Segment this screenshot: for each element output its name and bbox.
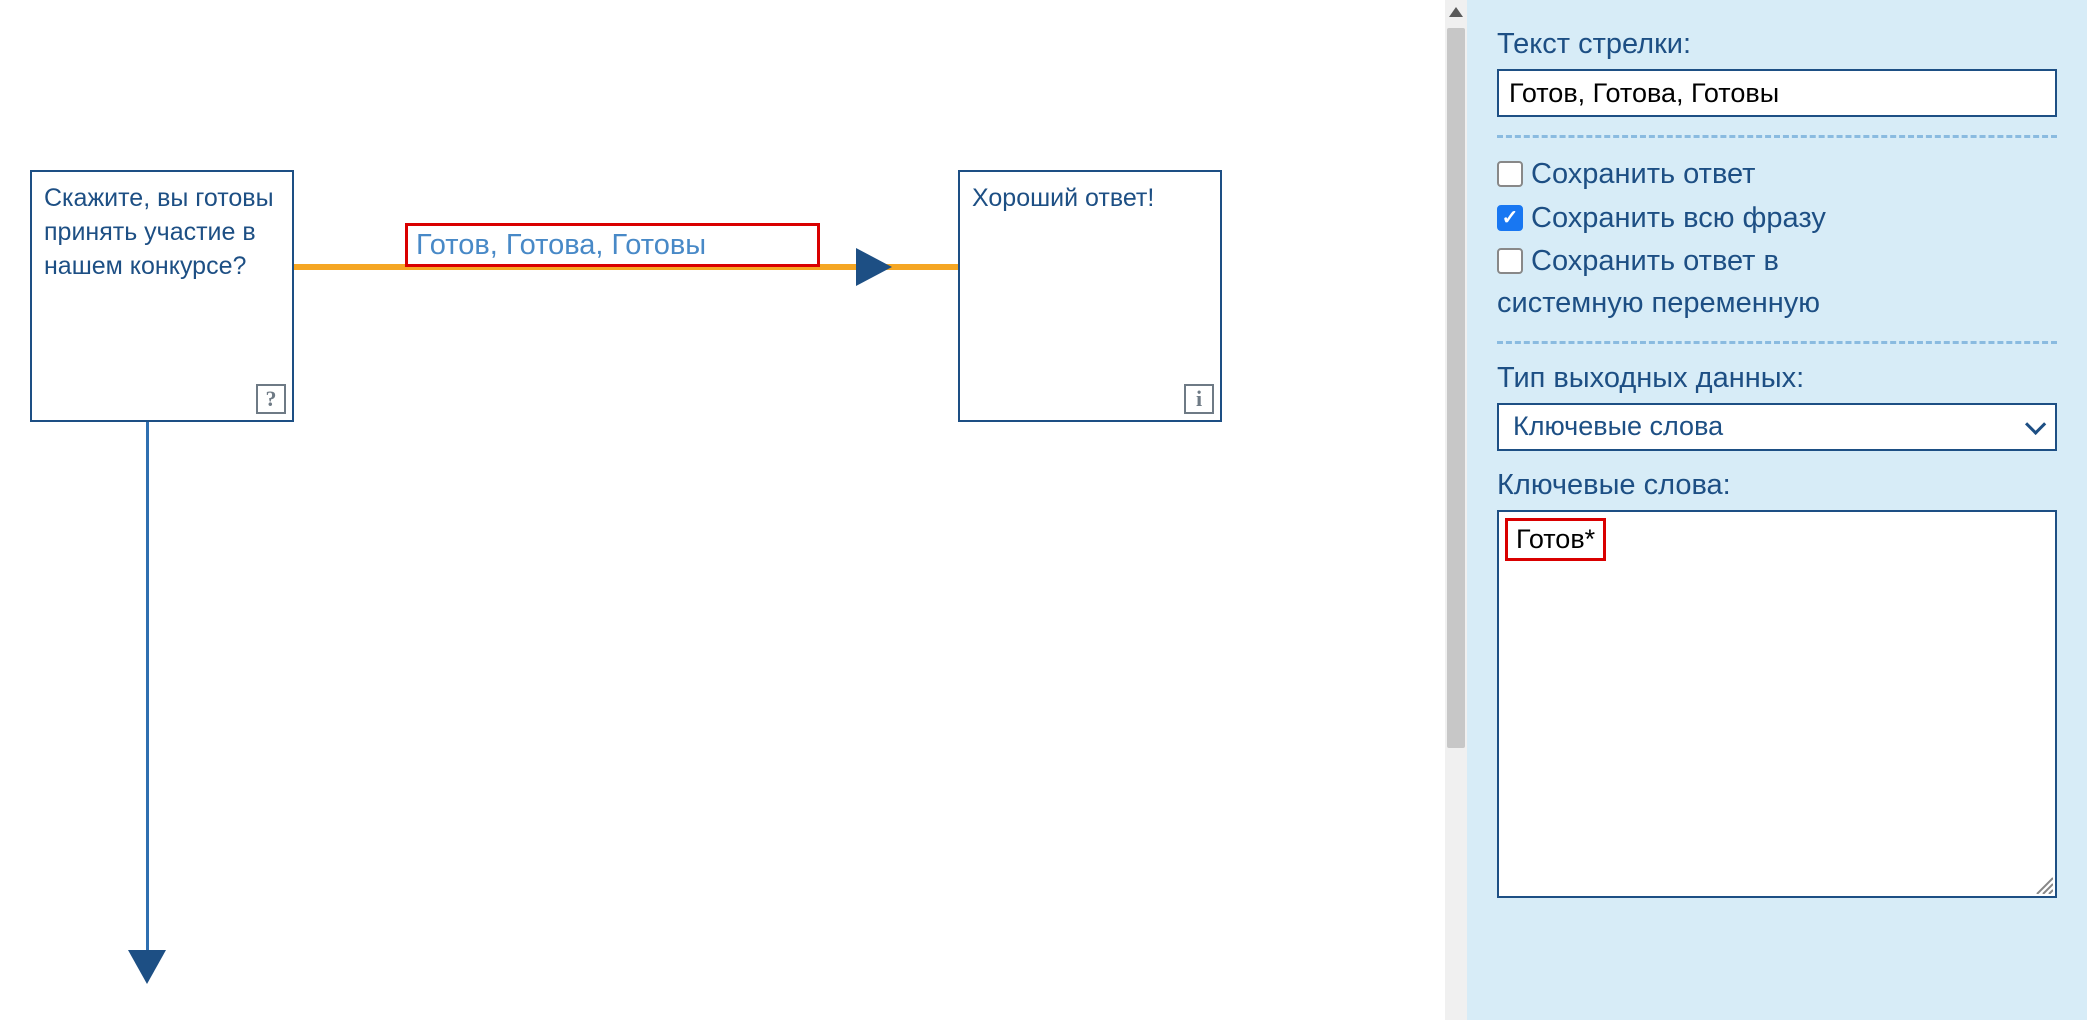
node-text: Скажите, вы готовы принять участие в наш… [44,182,280,283]
vertical-scrollbar[interactable] [1445,0,1467,1020]
divider [1497,135,2057,138]
arrow-vertical[interactable] [146,422,149,952]
chevron-down-icon [2025,414,2046,435]
checkbox-save-sysvar[interactable] [1497,248,1523,274]
save-answer-row[interactable]: Сохранить ответ [1497,156,2057,194]
keywords-textarea[interactable]: Готов* [1497,510,2057,898]
arrow-label[interactable]: Готов, Готова, Готовы [405,223,820,267]
flow-node-question[interactable]: Скажите, вы готовы принять участие в наш… [30,170,294,422]
arrow-horizontal-head-icon [856,248,892,286]
node-text: Хороший ответ! [972,182,1208,216]
divider [1497,341,2057,344]
save-phrase-row[interactable]: Сохранить всю фразу [1497,200,2057,238]
keywords-label: Ключевые слова: [1497,469,2057,502]
flow-node-response[interactable]: Хороший ответ! i [958,170,1222,422]
scroll-up-icon[interactable] [1445,0,1467,24]
output-type-select[interactable]: Ключевые слова [1497,403,2057,451]
scroll-thumb[interactable] [1447,28,1465,748]
save-sysvar-label-line2: системную переменную [1497,285,2057,323]
arrow-text-input[interactable]: Готов, Готова, Готовы [1497,69,2057,117]
save-sysvar-label-line1: Сохранить ответ в [1531,243,1779,281]
arrow-text-label: Текст стрелки: [1497,28,2057,61]
checkbox-save-answer[interactable] [1497,161,1523,187]
flow-canvas[interactable]: Скажите, вы готовы принять участие в наш… [0,0,1445,1020]
keyword-chip[interactable]: Готов* [1505,518,1606,561]
arrow-vertical-head-icon [128,950,166,984]
properties-panel: Текст стрелки: Готов, Готова, Готовы Сох… [1467,0,2087,1020]
app-root: Скажите, вы готовы принять участие в наш… [0,0,2087,1020]
info-icon[interactable]: i [1184,384,1214,414]
checkbox-save-phrase[interactable] [1497,205,1523,231]
question-icon[interactable]: ? [256,384,286,414]
save-sysvar-row[interactable]: Сохранить ответ в [1497,243,2057,281]
output-type-label: Тип выходных данных: [1497,362,2057,395]
output-type-value: Ключевые слова [1513,411,1723,442]
save-answer-label: Сохранить ответ [1531,156,1755,194]
resize-handle-icon[interactable] [2033,874,2053,894]
save-phrase-label: Сохранить всю фразу [1531,200,1826,238]
arrow-text-value: Готов, Готова, Готовы [1509,78,1779,109]
